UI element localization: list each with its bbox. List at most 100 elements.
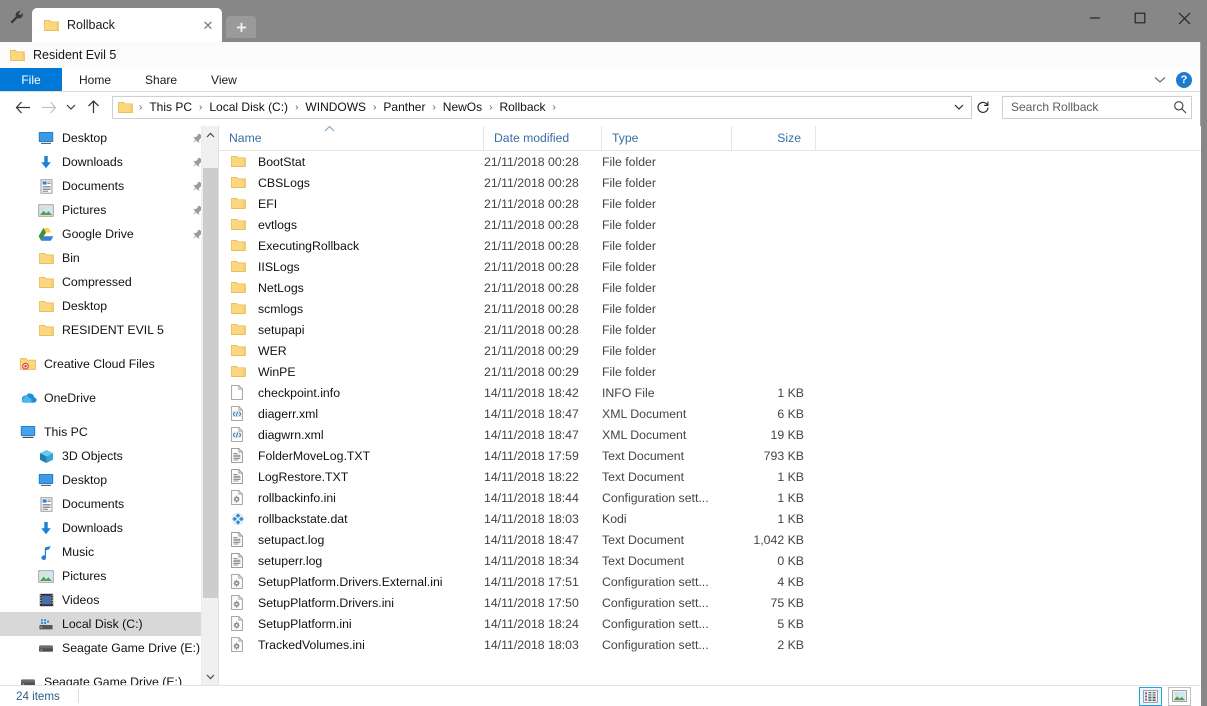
sidebar-item-onedrive[interactable]: OneDrive bbox=[0, 386, 218, 410]
address-bar[interactable]: › This PC › Local Disk (C:) › WINDOWS › … bbox=[112, 95, 972, 119]
large-icons-view-button[interactable] bbox=[1168, 686, 1191, 706]
column-header-name[interactable]: Name bbox=[219, 126, 484, 151]
back-button[interactable] bbox=[10, 94, 36, 120]
file-name-cell[interactable]: evtlogs bbox=[219, 214, 484, 235]
table-row[interactable]: ExecutingRollback 21/11/2018 00:28 File fo… bbox=[219, 235, 1201, 256]
browser-tab-rollback[interactable]: Rollback ✕ bbox=[32, 8, 222, 42]
column-header-size[interactable]: Size bbox=[732, 126, 816, 151]
sidebar-item-music[interactable]: Music bbox=[0, 540, 218, 564]
file-name-cell[interactable]: SetupPlatform.Drivers.ini bbox=[219, 592, 484, 613]
sidebar-item-downloads-quick[interactable]: Downloads bbox=[0, 150, 218, 174]
sidebar-item-seagate-game-drive-child[interactable]: Seagate Game Drive (E:) bbox=[0, 636, 218, 660]
file-name-cell[interactable]: BootStat bbox=[219, 151, 484, 172]
settings-wrench-icon[interactable] bbox=[0, 0, 32, 42]
table-row[interactable]: SetupPlatform.ini 14/11/2018 18:24 Configu… bbox=[219, 613, 1201, 634]
sidebar-item-compressed[interactable]: Compressed bbox=[0, 270, 218, 294]
breadcrumb-item-local-disk[interactable]: Local Disk (C:) bbox=[206, 100, 291, 114]
file-name-cell[interactable]: setupact.log bbox=[219, 529, 484, 550]
sidebar-item-desktop[interactable]: Desktop bbox=[0, 468, 218, 492]
table-row[interactable]: WER 21/11/2018 00:29 File folder bbox=[219, 340, 1201, 361]
table-row[interactable]: LogRestore.TXT 14/11/2018 18:22 Text Docum… bbox=[219, 466, 1201, 487]
minimize-button[interactable] bbox=[1072, 0, 1117, 36]
table-row[interactable]: SetupPlatform.Drivers.ini 14/11/2018 17:5… bbox=[219, 592, 1201, 613]
file-name-cell[interactable]: WinPE bbox=[219, 361, 484, 382]
table-row[interactable]: diagerr.xml 14/11/2018 18:47 XML Document 6… bbox=[219, 403, 1201, 424]
scroll-up-icon[interactable] bbox=[202, 126, 218, 143]
sidebar-item-desktop-quick[interactable]: Desktop bbox=[0, 126, 218, 150]
file-name-cell[interactable]: IISLogs bbox=[219, 256, 484, 277]
file-name-cell[interactable]: diagwrn.xml bbox=[219, 424, 484, 445]
file-name-cell[interactable]: CBSLogs bbox=[219, 172, 484, 193]
file-name-cell[interactable]: diagerr.xml bbox=[219, 403, 484, 424]
table-row[interactable]: IISLogs 21/11/2018 00:28 File folder bbox=[219, 256, 1201, 277]
search-icon[interactable] bbox=[1173, 100, 1187, 114]
table-row[interactable]: SetupPlatform.Drivers.External.ini 14/11/… bbox=[219, 571, 1201, 592]
search-input[interactable]: Search Rollback bbox=[1002, 95, 1192, 119]
up-button[interactable] bbox=[80, 94, 106, 120]
close-button[interactable] bbox=[1162, 0, 1207, 36]
breadcrumb-item-this-pc[interactable]: This PC bbox=[146, 100, 195, 114]
sidebar-item-resident-evil-5[interactable]: RESIDENT EVIL 5 bbox=[0, 318, 218, 342]
details-view-button[interactable] bbox=[1139, 686, 1162, 706]
breadcrumb-item-newos[interactable]: NewOs bbox=[440, 100, 485, 114]
close-icon[interactable]: ✕ bbox=[198, 15, 218, 35]
breadcrumb-item-rollback[interactable]: Rollback bbox=[496, 100, 548, 114]
file-name-cell[interactable]: WER bbox=[219, 340, 484, 361]
table-row[interactable]: diagwrn.xml 14/11/2018 18:47 XML Document 1… bbox=[219, 424, 1201, 445]
table-row[interactable]: setupapi 21/11/2018 00:28 File folder bbox=[219, 319, 1201, 340]
scroll-down-icon[interactable] bbox=[202, 668, 218, 685]
tab-file[interactable]: File bbox=[0, 68, 62, 91]
table-row[interactable]: setupact.log 14/11/2018 18:47 Text Documen… bbox=[219, 529, 1201, 550]
table-row[interactable]: NetLogs 21/11/2018 00:28 File folder bbox=[219, 277, 1201, 298]
sidebar-item-this-pc[interactable]: This PC bbox=[0, 420, 218, 444]
scrollbar-thumb[interactable] bbox=[203, 168, 218, 598]
table-row[interactable]: checkpoint.info 14/11/2018 18:42 INFO File… bbox=[219, 382, 1201, 403]
chevron-down-icon[interactable] bbox=[1154, 76, 1166, 84]
sidebar-item-3d-objects[interactable]: 3D Objects bbox=[0, 444, 218, 468]
sidebar-item-documents-quick[interactable]: Documents bbox=[0, 174, 218, 198]
column-header-date-modified[interactable]: Date modified bbox=[484, 126, 602, 151]
breadcrumb-item-windows[interactable]: WINDOWS bbox=[302, 100, 369, 114]
table-row[interactable]: scmlogs 21/11/2018 00:28 File folder bbox=[219, 298, 1201, 319]
file-name-cell[interactable]: LogRestore.TXT bbox=[219, 466, 484, 487]
file-name-cell[interactable]: rollbackinfo.ini bbox=[219, 487, 484, 508]
file-name-cell[interactable]: rollbackstate.dat bbox=[219, 508, 484, 529]
file-name-cell[interactable]: setuperr.log bbox=[219, 550, 484, 571]
sidebar-item-downloads[interactable]: Downloads bbox=[0, 516, 218, 540]
file-name-cell[interactable]: SetupPlatform.Drivers.External.ini bbox=[219, 571, 484, 592]
file-name-cell[interactable]: TrackedVolumes.ini bbox=[219, 634, 484, 655]
breadcrumb-item-panther[interactable]: Panther bbox=[380, 100, 428, 114]
table-row[interactable]: TrackedVolumes.ini 14/11/2018 18:03 Config… bbox=[219, 634, 1201, 655]
file-name-cell[interactable]: checkpoint.info bbox=[219, 382, 484, 403]
tab-share[interactable]: Share bbox=[128, 68, 194, 91]
table-row[interactable]: FolderMoveLog.TXT 14/11/2018 17:59 Text Do… bbox=[219, 445, 1201, 466]
forward-button[interactable] bbox=[36, 94, 62, 120]
sidebar-item-local-disk-c[interactable]: Local Disk (C:) bbox=[0, 612, 218, 636]
file-name-cell[interactable]: FolderMoveLog.TXT bbox=[219, 445, 484, 466]
table-row[interactable]: CBSLogs 21/11/2018 00:28 File folder bbox=[219, 172, 1201, 193]
sidebar-scrollbar[interactable] bbox=[201, 126, 218, 685]
table-row[interactable]: BootStat 21/11/2018 00:28 File folder bbox=[219, 151, 1201, 172]
new-tab-button[interactable] bbox=[226, 16, 256, 38]
file-name-cell[interactable]: ExecutingRollback bbox=[219, 235, 484, 256]
table-row[interactable]: rollbackstate.dat 14/11/2018 18:03 Kodi 1 K… bbox=[219, 508, 1201, 529]
table-row[interactable]: EFI 21/11/2018 00:28 File folder bbox=[219, 193, 1201, 214]
file-name-cell[interactable]: NetLogs bbox=[219, 277, 484, 298]
table-row[interactable]: evtlogs 21/11/2018 00:28 File folder bbox=[219, 214, 1201, 235]
tab-view[interactable]: View bbox=[194, 68, 254, 91]
tab-home[interactable]: Home bbox=[62, 68, 128, 91]
file-name-cell[interactable]: EFI bbox=[219, 193, 484, 214]
maximize-button[interactable] bbox=[1117, 0, 1162, 36]
sidebar-item-pictures[interactable]: Pictures bbox=[0, 564, 218, 588]
table-row[interactable]: rollbackinfo.ini 14/11/2018 18:44 Configur… bbox=[219, 487, 1201, 508]
sidebar-item-documents[interactable]: Documents bbox=[0, 492, 218, 516]
column-header-type[interactable]: Type bbox=[602, 126, 732, 151]
table-row[interactable]: setuperr.log 14/11/2018 18:34 Text Documen… bbox=[219, 550, 1201, 571]
refresh-button[interactable] bbox=[972, 96, 994, 119]
file-name-cell[interactable]: SetupPlatform.ini bbox=[219, 613, 484, 634]
sidebar-item-creative-cloud-files[interactable]: Creative Cloud Files bbox=[0, 352, 218, 376]
help-icon[interactable]: ? bbox=[1176, 71, 1192, 88]
sidebar-item-pictures-quick[interactable]: Pictures bbox=[0, 198, 218, 222]
sidebar-item-bin[interactable]: Bin bbox=[0, 246, 218, 270]
file-name-cell[interactable]: scmlogs bbox=[219, 298, 484, 319]
